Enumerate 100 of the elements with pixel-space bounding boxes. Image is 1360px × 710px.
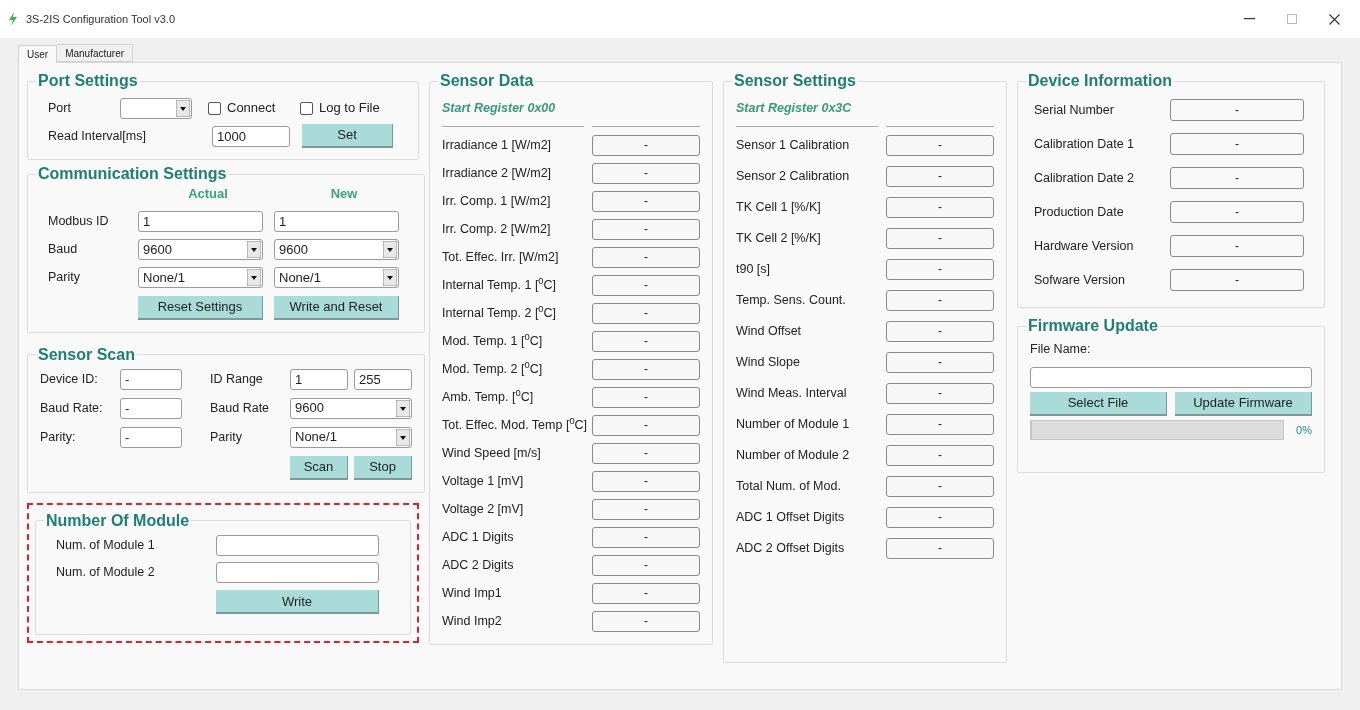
tab[interactable]: Manufacturer xyxy=(57,44,134,62)
input-field[interactable]: 1 xyxy=(138,211,263,232)
dropdown[interactable]: None/1 xyxy=(290,426,412,448)
field-label: Voltage 2 [mV] xyxy=(442,500,524,518)
tab[interactable]: User xyxy=(18,45,58,63)
input-field[interactable] xyxy=(216,561,379,583)
input-field[interactable]: 255 xyxy=(354,368,412,390)
field-label: Irr. Comp. 1 [W/m2] xyxy=(442,192,551,210)
group-title: Device Information xyxy=(1027,71,1174,91)
field-label: Baud Rate xyxy=(210,399,271,417)
value-field: - xyxy=(592,274,700,296)
value-field: - xyxy=(1170,99,1304,121)
field-label: Mod. Temp. 2 [$^{0}$C] xyxy=(442,359,543,378)
group-title: Sensor Settings xyxy=(733,71,857,91)
column-header: New xyxy=(329,185,359,203)
minimize-icon[interactable] xyxy=(1244,18,1255,20)
field-label: Hardware Version xyxy=(1034,237,1134,255)
input-field[interactable]: - xyxy=(120,397,182,419)
field-label: File Name: xyxy=(1030,341,1092,358)
field-label: Sensor 1 Calibration xyxy=(736,136,850,154)
field-label: Parity: xyxy=(40,428,77,446)
input-field[interactable]: - xyxy=(120,368,182,390)
register-subtitle: Start Register 0x00 xyxy=(442,100,557,117)
input-field[interactable]: 1 xyxy=(274,211,399,232)
field-label: Calibration Date 1 xyxy=(1034,135,1135,153)
value-field: - xyxy=(592,526,700,548)
field-label: Tot. Effec. Mod. Temp [$^{0}$C] xyxy=(442,415,588,434)
lightning-icon xyxy=(8,12,18,26)
field-label: TK Cell 2 [%/K] xyxy=(736,229,821,247)
caret-icon xyxy=(396,428,410,446)
input-field[interactable]: 1 xyxy=(290,368,348,390)
action-button[interactable]: Update Firmware xyxy=(1175,391,1312,416)
input-field[interactable] xyxy=(216,534,379,556)
value-field: - xyxy=(886,289,994,311)
field-label: Sofware Version xyxy=(1034,271,1126,289)
checkbox-label: Log to File xyxy=(319,99,380,118)
dropdown[interactable]: 9600 xyxy=(290,397,412,419)
dropdown[interactable] xyxy=(120,97,192,119)
field-label: Irr. Comp. 2 [W/m2] xyxy=(442,220,551,238)
caret-icon xyxy=(383,241,397,258)
action-button[interactable]: Scan xyxy=(290,455,348,480)
column-header: Actual xyxy=(187,185,229,203)
value-field: - xyxy=(592,302,700,324)
value-field: - xyxy=(886,258,994,280)
dropdown[interactable]: None/1 xyxy=(274,267,399,288)
field-label: Read Interval[ms] xyxy=(47,127,147,145)
field-label: Internal Temp. 2 [$^{0}$C] xyxy=(442,303,557,322)
value-field: - xyxy=(886,537,994,559)
action-button[interactable]: Select File xyxy=(1030,391,1167,416)
value-field: - xyxy=(592,470,700,492)
window-title: 3S-2IS Configuration Tool v3.0 xyxy=(26,11,175,27)
value-field: - xyxy=(1170,235,1304,257)
field-label: Wind Slope xyxy=(736,353,800,371)
group-title: Port Settings xyxy=(37,71,139,91)
field-label: Serial Number xyxy=(1034,101,1114,119)
dropdown[interactable]: 9600 xyxy=(274,239,399,260)
field-label: ADC 2 Offset Digits xyxy=(736,539,845,557)
field-label: Port xyxy=(47,99,72,117)
dropdown[interactable]: None/1 xyxy=(138,267,263,288)
close-icon[interactable] xyxy=(1329,13,1340,25)
field-label: Device ID: xyxy=(40,370,99,388)
caret-icon xyxy=(383,269,397,286)
input-field[interactable]: - xyxy=(120,426,182,448)
action-button[interactable]: Stop xyxy=(354,455,412,480)
value-field: - xyxy=(886,320,994,342)
value-field: - xyxy=(592,246,700,268)
checkbox[interactable] xyxy=(208,101,221,115)
field-label: ID Range xyxy=(210,370,264,388)
value-field: - xyxy=(592,358,700,380)
caret-icon xyxy=(247,269,261,286)
field-label: Baud Rate: xyxy=(40,399,104,417)
value-field: - xyxy=(1170,133,1304,155)
maximize-icon[interactable] xyxy=(1287,14,1297,24)
value-field: - xyxy=(1170,201,1304,223)
field-label: TK Cell 1 [%/K] xyxy=(736,198,821,216)
group-title: Sensor Scan xyxy=(37,344,136,365)
value-field: - xyxy=(886,351,994,373)
field-label: Number of Module 1 xyxy=(736,415,850,433)
value-field: - xyxy=(592,498,700,520)
group-title: Sensor Data xyxy=(439,71,535,91)
input-field[interactable] xyxy=(1030,366,1312,388)
dropdown[interactable]: 9600 xyxy=(138,239,263,260)
input-field[interactable]: 1000 xyxy=(212,125,290,147)
action-button[interactable]: Write and Reset xyxy=(274,295,399,320)
field-label: t90 [s] xyxy=(736,260,771,278)
action-button[interactable]: Write xyxy=(216,590,379,615)
value-field: - xyxy=(592,218,700,240)
caret-icon xyxy=(176,99,190,117)
value-field: - xyxy=(1170,167,1304,189)
action-button[interactable]: Reset Settings xyxy=(138,295,263,320)
value-field: - xyxy=(886,382,994,404)
field-label: Total Num. of Mod. xyxy=(736,477,841,495)
caret-icon xyxy=(396,399,410,417)
checkbox[interactable] xyxy=(300,101,313,115)
field-label: Amb. Temp. [$^{0}$C] xyxy=(442,387,534,406)
action-button[interactable]: Set xyxy=(302,124,393,148)
field-label: Wind Imp1 xyxy=(442,584,502,602)
field-label: ADC 1 Digits xyxy=(442,528,514,546)
field-label: ADC 2 Digits xyxy=(442,556,514,574)
field-label: Voltage 1 [mV] xyxy=(442,472,524,490)
